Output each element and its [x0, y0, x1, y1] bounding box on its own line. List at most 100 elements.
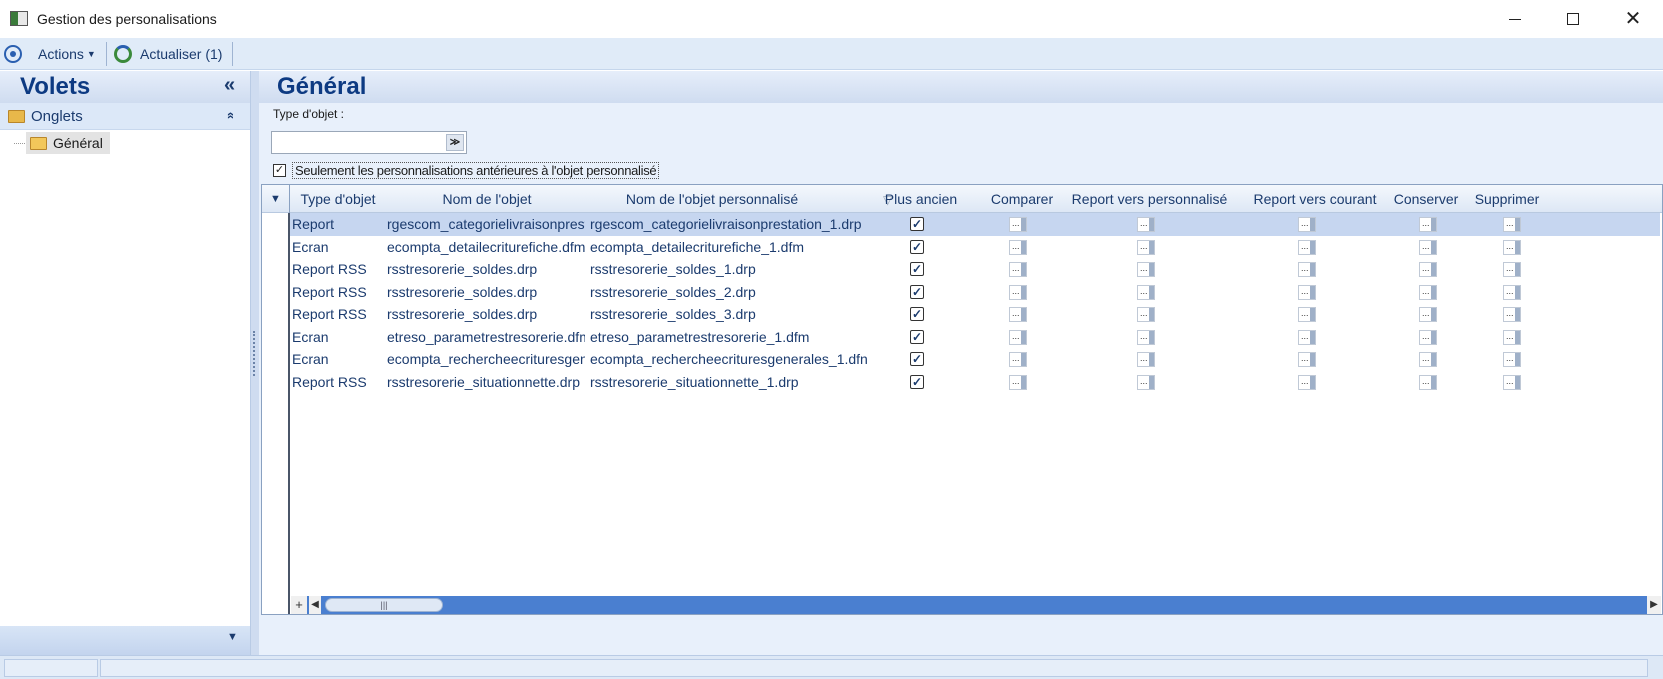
- keep-button[interactable]: ...: [1419, 374, 1437, 390]
- collapse-pane-icon[interactable]: «: [224, 74, 235, 97]
- collapse-group-icon[interactable]: »: [222, 112, 237, 119]
- refresh-button[interactable]: Actualiser (1): [114, 42, 222, 66]
- keep-button[interactable]: ...: [1419, 352, 1437, 367]
- report-to-current-button[interactable]: ...: [1298, 374, 1316, 390]
- keep-button[interactable]: ...: [1419, 329, 1437, 345]
- left-pane-title: Volets: [20, 73, 91, 100]
- compare-button[interactable]: ...: [1009, 239, 1027, 255]
- group-onglets[interactable]: Onglets »: [0, 103, 250, 130]
- cell-object-name: rgescom_categorielivraisonprestation.drp: [387, 216, 585, 232]
- actions-menu-button[interactable]: Actions ▼: [4, 42, 96, 66]
- keep-button[interactable]: ...: [1419, 217, 1437, 232]
- report-to-current-button[interactable]: ...: [1298, 262, 1316, 277]
- grid-header: ▼ Type d'objet Nom de l'objet Nom de l'o…: [262, 185, 1662, 213]
- maximize-button[interactable]: [1544, 0, 1602, 38]
- cell-object-type: Report RSS: [292, 261, 367, 277]
- report-to-personalized-button[interactable]: ...: [1137, 284, 1155, 300]
- close-button[interactable]: ✕: [1604, 0, 1662, 38]
- scrollbar-thumb[interactable]: |||: [325, 598, 443, 612]
- column-header-keep[interactable]: Conserver: [1386, 191, 1466, 207]
- table-row[interactable]: Ecran etreso_parametrestresorerie.dfm etre…: [290, 326, 1660, 349]
- keep-button[interactable]: ...: [1419, 307, 1437, 322]
- delete-button[interactable]: ...: [1503, 329, 1521, 345]
- report-to-current-button[interactable]: ...: [1298, 284, 1316, 300]
- column-header-personalized-name[interactable]: Nom de l'objet personnalisé: [602, 191, 822, 207]
- pane-splitter[interactable]: [251, 71, 259, 655]
- report-to-personalized-button[interactable]: ...: [1137, 239, 1155, 255]
- delete-button[interactable]: ...: [1503, 307, 1521, 322]
- double-chevron-down-icon[interactable]: ≫: [446, 134, 464, 151]
- delete-button[interactable]: ...: [1503, 239, 1521, 255]
- compare-button[interactable]: ...: [1009, 284, 1027, 300]
- folder-icon: [8, 110, 25, 123]
- only-older-checkbox[interactable]: ✓: [273, 164, 286, 177]
- older-checkbox[interactable]: ✓: [910, 284, 924, 299]
- report-to-personalized-button[interactable]: ...: [1137, 307, 1155, 322]
- keep-button[interactable]: ...: [1419, 284, 1437, 300]
- toolbar-separator: [106, 42, 107, 66]
- row-selector-column: [262, 213, 290, 614]
- close-icon: ✕: [1624, 8, 1642, 30]
- scroll-right-icon[interactable]: ▶: [1647, 596, 1661, 614]
- scroll-left-icon[interactable]: ◀: [309, 596, 321, 614]
- older-checkbox[interactable]: ✓: [910, 307, 924, 321]
- chevron-down-icon[interactable]: ▼: [227, 631, 238, 643]
- table-row[interactable]: Report RSS rsstresorerie_situationnette.d…: [290, 371, 1660, 394]
- window-title: Gestion des personalisations: [37, 11, 217, 27]
- table-row[interactable]: Ecran ecompta_rechercheecrituresgenerales…: [290, 348, 1660, 371]
- object-type-select[interactable]: ≫: [271, 131, 467, 154]
- compare-button[interactable]: ...: [1009, 329, 1027, 345]
- compare-button[interactable]: ...: [1009, 262, 1027, 277]
- compare-button[interactable]: ...: [1009, 352, 1027, 367]
- cell-personalized-name: rsstresorerie_soldes_2.drp: [590, 283, 756, 300]
- report-to-current-button[interactable]: ...: [1298, 307, 1316, 322]
- older-checkbox[interactable]: ✓: [910, 329, 924, 344]
- column-header-report-current[interactable]: Report vers courant: [1240, 191, 1390, 207]
- older-checkbox[interactable]: ✓: [910, 374, 924, 389]
- tree-item-label: Général: [53, 135, 103, 151]
- tree-item-general[interactable]: Général: [26, 132, 110, 154]
- delete-button[interactable]: ...: [1503, 374, 1521, 390]
- content-header: Général: [259, 71, 1663, 103]
- report-to-current-button[interactable]: ...: [1298, 217, 1316, 232]
- older-checkbox[interactable]: ✓: [910, 239, 924, 254]
- table-row[interactable]: Report rgescom_categorielivraisonprestati…: [290, 213, 1660, 236]
- report-to-personalized-button[interactable]: ...: [1137, 329, 1155, 345]
- column-header-delete[interactable]: Supprimer: [1467, 191, 1547, 207]
- horizontal-scrollbar[interactable]: + ◀ ||| ▶: [291, 596, 1661, 614]
- delete-button[interactable]: ...: [1503, 284, 1521, 300]
- delete-button[interactable]: ...: [1503, 262, 1521, 277]
- delete-button[interactable]: ...: [1503, 217, 1521, 232]
- minimize-button[interactable]: [1486, 0, 1544, 38]
- older-checkbox[interactable]: ✓: [910, 217, 924, 231]
- report-to-current-button[interactable]: ...: [1298, 329, 1316, 345]
- report-to-personalized-button[interactable]: ...: [1137, 262, 1155, 277]
- report-to-current-button[interactable]: ...: [1298, 239, 1316, 255]
- report-to-personalized-button[interactable]: ...: [1137, 352, 1155, 367]
- customizations-grid: ▼ Type d'objet Nom de l'objet Nom de l'o…: [261, 184, 1663, 615]
- column-header-name[interactable]: Nom de l'objet: [412, 191, 562, 207]
- older-checkbox[interactable]: ✓: [910, 352, 924, 366]
- column-header-compare[interactable]: Comparer: [972, 191, 1072, 207]
- delete-button[interactable]: ...: [1503, 352, 1521, 367]
- report-to-personalized-button[interactable]: ...: [1137, 217, 1155, 232]
- column-chooser-icon[interactable]: ▼: [262, 185, 290, 213]
- add-icon[interactable]: +: [291, 596, 307, 614]
- report-to-personalized-button[interactable]: ...: [1137, 374, 1155, 390]
- compare-button[interactable]: ...: [1009, 374, 1027, 390]
- compare-button[interactable]: ...: [1009, 307, 1027, 322]
- only-older-option[interactable]: ✓ Seulement les personnalisations antéri…: [273, 162, 660, 179]
- table-row[interactable]: Report RSS rsstresorerie_soldes.drp rsstre…: [290, 303, 1660, 326]
- keep-button[interactable]: ...: [1419, 262, 1437, 277]
- column-header-report-personalized[interactable]: Report vers personnalisé: [1062, 191, 1237, 207]
- keep-button[interactable]: ...: [1419, 239, 1437, 255]
- report-to-current-button[interactable]: ...: [1298, 352, 1316, 367]
- table-row[interactable]: Report RSS rsstresorerie_soldes.drp rsstre…: [290, 258, 1660, 281]
- column-header-type[interactable]: Type d'objet: [298, 191, 378, 207]
- table-row[interactable]: Ecran ecompta_detailecriturefiche.dfm ecom…: [290, 236, 1660, 259]
- column-header-older[interactable]: Plus ancien: [876, 191, 966, 207]
- older-checkbox[interactable]: ✓: [910, 262, 924, 276]
- table-row[interactable]: Report RSS rsstresorerie_soldes.drp rsstre…: [290, 281, 1660, 304]
- compare-button[interactable]: ...: [1009, 217, 1027, 232]
- open-folder-icon: [30, 136, 47, 150]
